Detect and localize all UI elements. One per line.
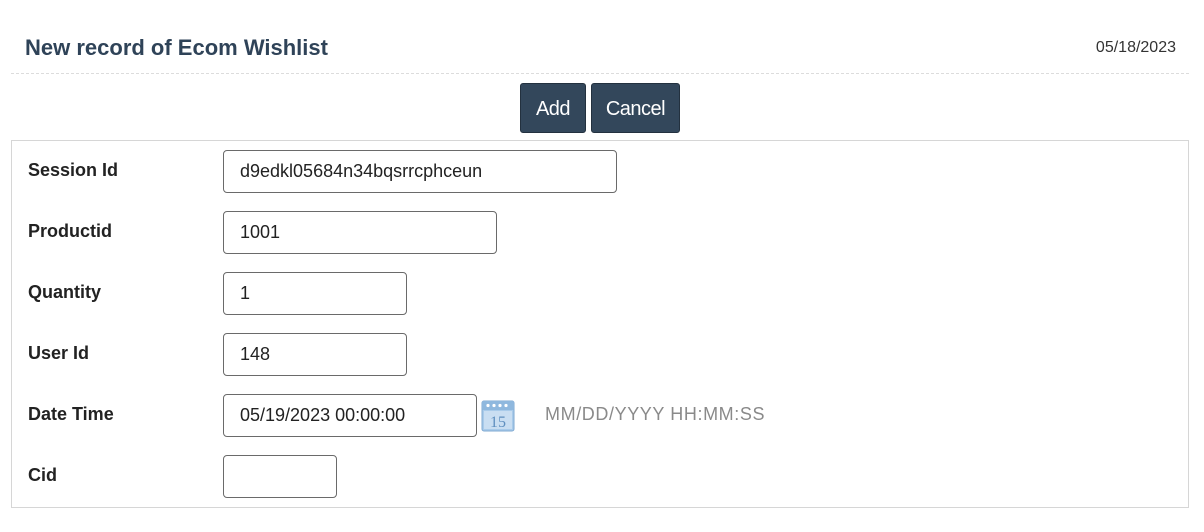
- current-date: 05/18/2023: [1095, 39, 1176, 56]
- quantity-field[interactable]: [223, 272, 407, 315]
- calendar-icon[interactable]: 15: [481, 398, 515, 432]
- quantity-label: Quantity: [28, 282, 102, 302]
- user-id-field[interactable]: [223, 333, 407, 376]
- user-id-label: User Id: [28, 343, 90, 363]
- add-button[interactable]: Add: [520, 83, 586, 133]
- calendar-day-number: 15: [490, 414, 506, 431]
- date-time-field[interactable]: [223, 394, 477, 437]
- page-title: New record of Ecom Wishlist: [25, 35, 328, 60]
- cancel-button[interactable]: Cancel: [591, 83, 680, 133]
- cid-label: Cid: [28, 465, 57, 485]
- record-form-panel: [11, 140, 1189, 508]
- cid-field[interactable]: [223, 455, 337, 498]
- session-id-field[interactable]: [223, 150, 617, 193]
- product-id-field[interactable]: [223, 211, 497, 254]
- title-divider: [11, 73, 1189, 74]
- product-id-label: Productid: [28, 221, 112, 241]
- date-format-hint: MM/DD/YYYY HH:MM:SS: [545, 404, 766, 424]
- session-id-label: Session Id: [28, 160, 119, 180]
- date-time-label: Date Time: [28, 404, 114, 424]
